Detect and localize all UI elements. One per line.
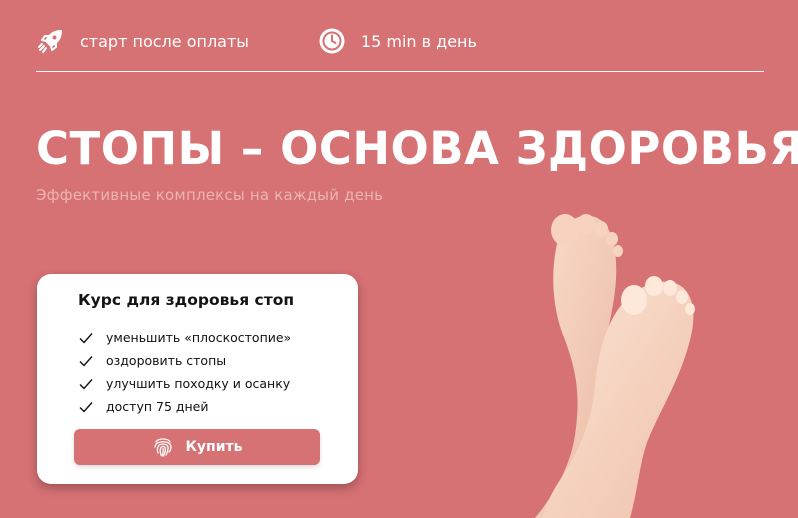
course-title: Курс для здоровья стоп <box>78 291 295 309</box>
rocket-icon <box>36 26 66 56</box>
info-item-duration-label: 15 min в день <box>360 31 477 51</box>
fingerprint-icon <box>154 438 173 457</box>
checkmark-icon <box>79 355 93 367</box>
benefit-label: улучшить походку и осанку <box>106 376 291 391</box>
page-subtitle: Эффективные комплексы на каждый день <box>36 186 384 204</box>
info-item-start: старт после оплаты <box>36 26 249 56</box>
benefit-label: уменьшить «плоскостопие» <box>106 330 292 345</box>
checkmark-icon <box>79 378 93 390</box>
header-divider <box>36 71 764 72</box>
benefit-label: доступ 75 дней <box>106 399 209 414</box>
list-item: уменьшить «плоскостопие» <box>79 326 291 349</box>
clock-icon <box>317 26 347 56</box>
buy-button[interactable]: Купить <box>74 429 320 465</box>
info-item-start-label: старт после оплаты <box>80 31 249 51</box>
page-title: СТОПЫ – ОСНОВА ЗДОРОВЬЯ <box>36 122 798 175</box>
benefit-label: оздоровить стопы <box>106 353 227 368</box>
list-item: улучшить походку и осанку <box>79 372 291 395</box>
list-item: оздоровить стопы <box>79 349 291 372</box>
list-item: доступ 75 дней <box>79 395 291 418</box>
top-info-bar: старт после оплаты 15 min в день <box>36 24 545 58</box>
course-card: Курс для здоровья стоп уменьшить «плоско… <box>37 274 358 484</box>
benefits-list: уменьшить «плоскостопие» оздоровить стоп… <box>79 326 291 418</box>
feet-illustration <box>535 214 695 518</box>
checkmark-icon <box>79 332 93 344</box>
buy-button-label: Купить <box>185 439 243 455</box>
info-item-duration: 15 min в день <box>317 26 477 56</box>
checkmark-icon <box>79 401 93 413</box>
